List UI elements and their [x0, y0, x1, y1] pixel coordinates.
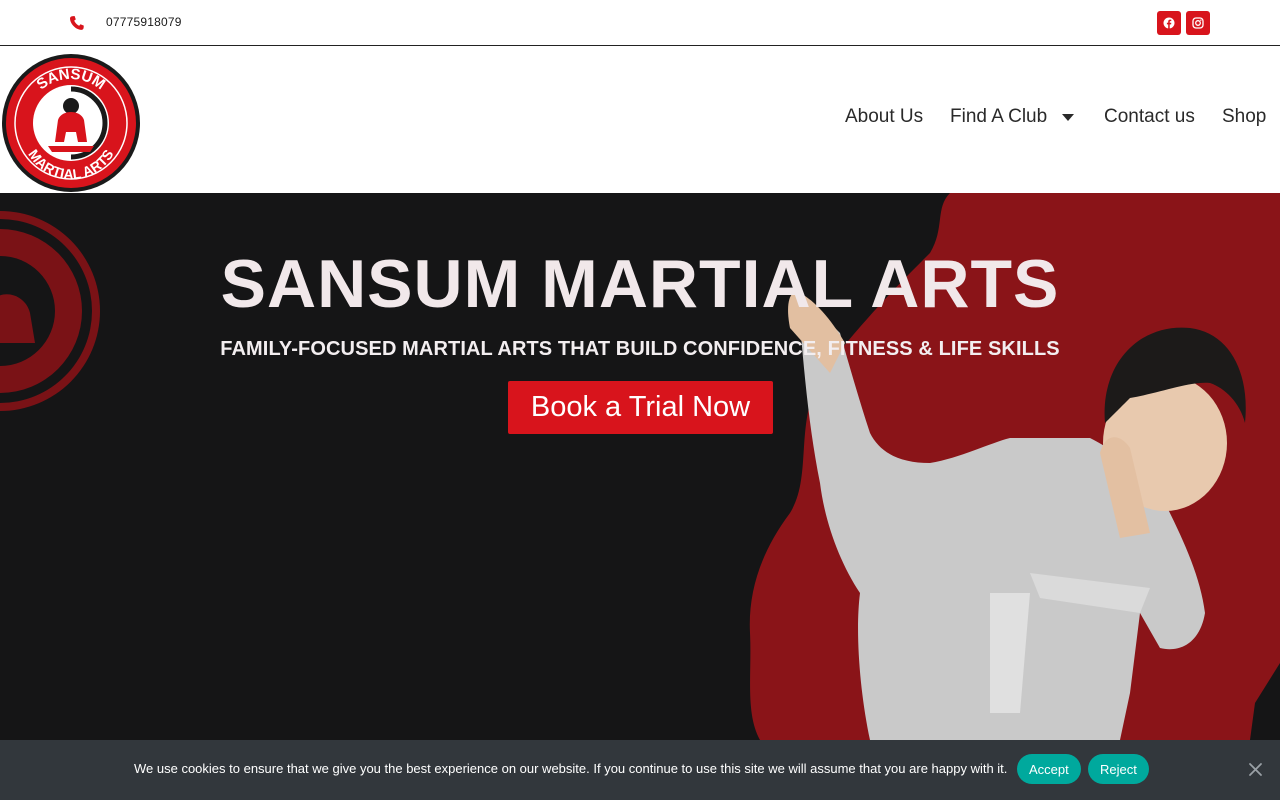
- page: 07775918079 SANSUM MARTIAL ARTS About Us…: [0, 0, 1280, 800]
- cookie-reject-button[interactable]: Reject: [1088, 754, 1149, 784]
- logo[interactable]: SANSUM MARTIAL ARTS: [0, 52, 142, 194]
- top-bar: 07775918079: [0, 0, 1280, 46]
- hero-subtitle: FAMILY-FOCUSED MARTIAL ARTS THAT BUILD C…: [220, 338, 1060, 360]
- nav-contact-us[interactable]: Contact us: [1104, 106, 1195, 128]
- nav-find-a-club[interactable]: Find A Club: [950, 106, 1047, 128]
- nav-about-us[interactable]: About Us: [845, 106, 923, 128]
- phone-number[interactable]: 07775918079: [106, 15, 182, 29]
- book-trial-button[interactable]: Book a Trial Now: [508, 381, 773, 434]
- chevron-down-icon[interactable]: [1062, 114, 1074, 122]
- instagram-button[interactable]: [1186, 11, 1210, 35]
- cookie-text: We use cookies to ensure that we give yo…: [134, 761, 1008, 776]
- phone-icon: [69, 16, 84, 30]
- site-header: SANSUM MARTIAL ARTS About Us Find A Club…: [0, 46, 1280, 193]
- hero-section: SANSUM MARTIAL ARTS FAMILY-FOCUSED MARTI…: [0, 193, 1280, 740]
- facebook-icon: [1163, 17, 1175, 29]
- facebook-button[interactable]: [1157, 11, 1181, 35]
- instagram-icon: [1192, 17, 1204, 29]
- cookie-accept-button[interactable]: Accept: [1017, 754, 1081, 784]
- nav-shop[interactable]: Shop: [1222, 106, 1266, 128]
- hero-title: SANSUM MARTIAL ARTS: [220, 246, 1060, 322]
- cookie-notice: We use cookies to ensure that we give yo…: [0, 740, 1280, 800]
- close-icon[interactable]: [1248, 762, 1263, 777]
